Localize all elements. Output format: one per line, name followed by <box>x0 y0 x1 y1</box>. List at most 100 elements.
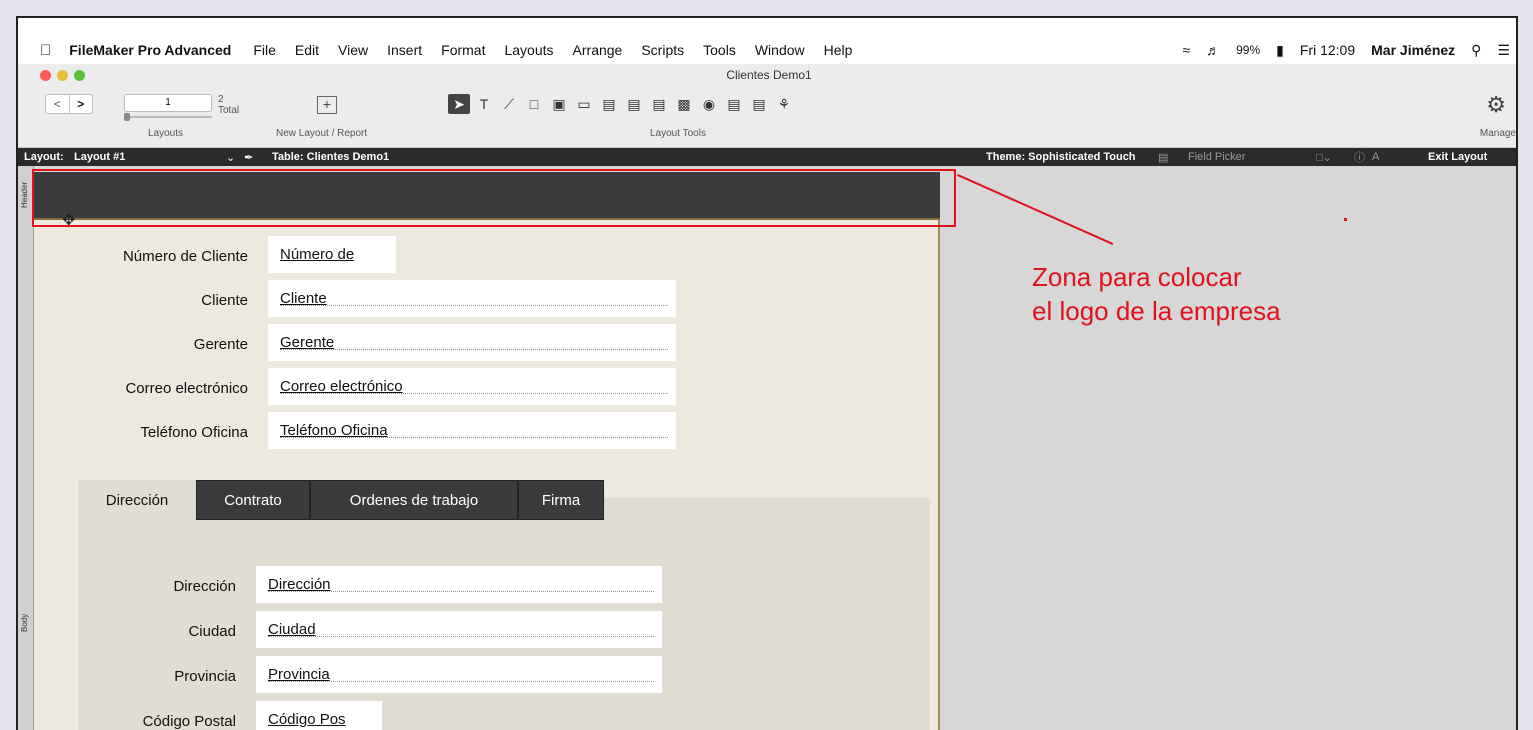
next-record-button[interactable]: > <box>68 95 93 113</box>
tab-direccion[interactable]: Dirección <box>78 480 196 520</box>
button-bar-tool-icon[interactable]: ▤ <box>598 94 620 114</box>
layout-selector[interactable]: Layout #1 <box>74 151 125 163</box>
rectangle-tool-icon[interactable]: □ <box>523 94 545 114</box>
field-label: Gerente <box>193 336 248 353</box>
battery-percent: 99% <box>1236 43 1261 57</box>
record-number-input[interactable]: 1 <box>124 94 212 112</box>
clock[interactable]: Fri 12:09 <box>1300 42 1355 58</box>
field-label: Cliente <box>201 292 248 309</box>
field-label: Código Postal <box>142 713 236 730</box>
slide-control-tool-icon[interactable]: ▤ <box>648 94 670 114</box>
layout-bar: Layout: Layout #1 ⌄ ✒ Table: Clientes De… <box>18 148 1516 166</box>
menu-arrange[interactable]: Arrange <box>573 42 623 58</box>
inspector-icon[interactable]: ⓘ <box>1354 149 1365 165</box>
button-tool-icon[interactable]: ▭ <box>573 94 595 114</box>
guides-icon[interactable]: □⌄ <box>1316 151 1332 164</box>
manage-label[interactable]: Manage <box>1480 128 1516 139</box>
theme-icon[interactable]: ▤ <box>1158 151 1168 164</box>
slider-knob[interactable] <box>124 113 130 121</box>
font-icon[interactable]: A <box>1372 151 1379 163</box>
menu-format[interactable]: Format <box>441 42 485 58</box>
user-name[interactable]: Mar Jiménez <box>1371 42 1455 58</box>
field-label: Ciudad <box>188 623 236 640</box>
tab-contrato[interactable]: Contrato <box>196 480 310 520</box>
total-label: Total <box>218 105 240 116</box>
table-label: Table: Clientes Demo1 <box>272 151 390 163</box>
field-gerente[interactable]: Gerente <box>268 324 676 361</box>
field-value: Código Pos <box>268 711 346 728</box>
portal-tool-icon[interactable]: ▤ <box>723 94 745 114</box>
spotlight-search-icon[interactable]: ⚲ <box>1471 42 1481 59</box>
field-label: Provincia <box>174 668 236 685</box>
text-tool-icon[interactable]: T <box>473 94 495 114</box>
field-label: Número de Cliente <box>122 248 248 265</box>
field-codigo-postal[interactable]: Código Pos <box>256 701 382 730</box>
total-count: 2 <box>218 94 224 105</box>
previous-record-button[interactable]: < <box>46 95 69 113</box>
menu-tools[interactable]: Tools <box>703 42 736 58</box>
field-label: Dirección <box>173 578 236 595</box>
field-direccion[interactable]: Dirección <box>256 566 662 603</box>
field-tool-icon[interactable]: ▣ <box>548 94 570 114</box>
layout-prefix: Layout: <box>24 151 64 163</box>
annotation-line-1: Zona para colocar <box>1032 262 1242 292</box>
field-telefono[interactable]: Teléfono Oficina <box>268 412 676 449</box>
popover-tool-icon[interactable]: ▤ <box>748 94 770 114</box>
menu-layouts[interactable]: Layouts <box>504 42 553 58</box>
layout-tools-label: Layout Tools <box>650 128 706 139</box>
new-layout-label[interactable]: New Layout / Report <box>276 128 367 139</box>
field-label: Teléfono Oficina <box>140 424 248 441</box>
battery-icon[interactable]: ▮ <box>1276 42 1284 59</box>
field-picker-button[interactable]: Field Picker <box>1188 151 1245 163</box>
record-slider[interactable] <box>124 113 212 121</box>
total-records: 2 Total <box>218 94 239 116</box>
field-cliente[interactable]: Cliente <box>268 280 676 317</box>
field-correo[interactable]: Correo electrónico <box>268 368 676 405</box>
field-label: Correo electrónico <box>125 380 248 397</box>
edit-layout-icon[interactable]: ✒ <box>244 151 253 164</box>
tab-control-tool-icon[interactable]: ▤ <box>623 94 645 114</box>
menu-insert[interactable]: Insert <box>387 42 422 58</box>
tab-firma[interactable]: Firma <box>518 480 604 520</box>
new-layout-icon[interactable]: + <box>317 96 337 114</box>
annotation-line-2: el logo de la empresa <box>1032 296 1281 326</box>
field-value: Número de <box>280 246 355 263</box>
notification-center-icon[interactable]: ☰ <box>1497 42 1510 59</box>
theme-label[interactable]: Theme: Sophisticated Touch <box>986 151 1136 163</box>
chart-tool-icon[interactable]: ▩ <box>673 94 695 114</box>
field-numero-cliente[interactable]: Número de <box>268 236 396 273</box>
wifi-icon[interactable]: ≈ <box>1182 42 1190 58</box>
menu-scripts[interactable]: Scripts <box>641 42 684 58</box>
line-tool-icon[interactable]: ⟋ <box>498 94 520 114</box>
app-menu[interactable]: FileMaker Pro Advanced <box>69 42 231 58</box>
gear-icon[interactable]: ⚙ <box>1486 92 1506 118</box>
volume-icon[interactable]: ♬ <box>1206 42 1220 58</box>
field-ciudad[interactable]: Ciudad <box>256 611 662 648</box>
menu-help[interactable]: Help <box>824 42 853 58</box>
menu-view[interactable]: View <box>338 42 368 58</box>
exit-layout-button[interactable]: Exit Layout <box>1428 151 1487 163</box>
body-part-label[interactable]: Body <box>20 606 32 640</box>
logo-zone-highlight <box>32 169 956 227</box>
tab-ordenes[interactable]: Ordenes de trabajo <box>310 480 518 520</box>
annotation-arrow-line <box>957 174 1114 245</box>
menu-file[interactable]: File <box>253 42 276 58</box>
layouts-label: Layouts <box>148 128 184 139</box>
menu-bar:  FileMaker Pro Advanced File Edit View … <box>18 40 1516 60</box>
field-provincia[interactable]: Provincia <box>256 656 662 693</box>
header-part-label[interactable]: Header <box>20 178 32 212</box>
web-viewer-tool-icon[interactable]: ◉ <box>698 94 720 114</box>
layout-toolbar: < > 1 2 Total Layouts + New Layout / Rep… <box>18 86 1516 148</box>
record-nav-buttons: < > <box>45 94 93 114</box>
annotation-dot <box>1344 218 1347 221</box>
window-title: Clientes Demo1 <box>726 68 812 82</box>
apple-icon[interactable]:  <box>40 42 51 59</box>
annotation-text: Zona para colocar el logo de la empresa <box>1032 260 1281 328</box>
layout-canvas: Header Body ✥ Número de Cliente Número d… <box>18 166 1516 730</box>
chevron-down-icon[interactable]: ⌄ <box>226 151 235 164</box>
window-titlebar: Clientes Demo1 <box>18 64 1516 86</box>
menu-window[interactable]: Window <box>755 42 805 58</box>
menu-edit[interactable]: Edit <box>295 42 319 58</box>
pointer-tool-icon[interactable]: ➤ <box>448 94 470 114</box>
format-painter-icon[interactable]: ⚘ <box>773 94 795 114</box>
